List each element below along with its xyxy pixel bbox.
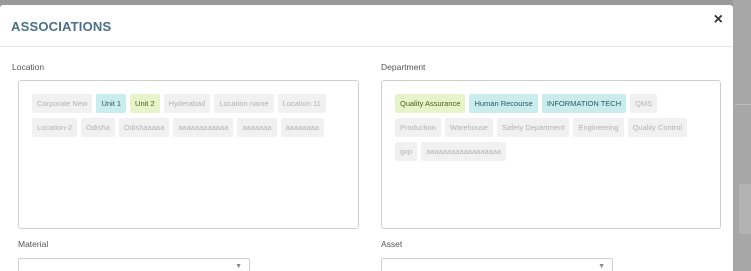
background-divider — [735, 104, 751, 105]
location-tag[interactable]: Unit 2 — [130, 94, 160, 113]
material-select[interactable]: ▼ — [18, 258, 250, 271]
department-tag[interactable]: Warehouse — [444, 118, 493, 137]
background-page — [733, 0, 751, 271]
department-tag-box: Quality Assurance Human Recourse INFORMATI… — [381, 80, 721, 229]
asset-select[interactable]: ▼ — [381, 258, 613, 271]
location-label: Location — [12, 62, 45, 72]
department-tag[interactable]: Safety Department — [496, 118, 570, 137]
department-tag[interactable]: Production — [395, 118, 441, 137]
modal-title: ASSOCIATIONS — [11, 19, 112, 34]
location-tag[interactable]: Corporate New — [32, 94, 93, 113]
department-tag[interactable]: Quality Control — [627, 118, 688, 137]
location-tag[interactable]: aaaaaaaa — [280, 118, 324, 137]
department-tag[interactable]: gxp — [395, 142, 418, 161]
department-tag[interactable]: Human Recourse — [469, 94, 538, 113]
asset-label: Asset — [381, 239, 403, 249]
location-tag[interactable]: Hyderabad — [163, 94, 211, 113]
location-tag[interactable]: Unit 1 — [96, 94, 127, 113]
location-tag[interactable]: Odisha — [81, 118, 115, 137]
location-tag[interactable]: Location-2 — [32, 118, 78, 137]
location-tag[interactable]: Location 11 — [277, 94, 326, 113]
department-tag[interactable]: INFORMATION TECH — [541, 94, 627, 113]
location-tag[interactable]: aaaaaaaaaaaa — [173, 118, 234, 137]
location-tag[interactable]: Location name — [214, 94, 274, 113]
location-tag[interactable]: Odishaaaaa — [118, 118, 170, 137]
material-label: Material — [18, 239, 49, 249]
chevron-down-icon: ▼ — [598, 263, 605, 270]
background-panel — [739, 184, 751, 234]
associations-modal: ASSOCIATIONS × Location Corporate New Uni… — [0, 5, 733, 271]
department-tag[interactable]: Quality Assurance — [395, 94, 466, 113]
department-tag[interactable]: aaaaaaaaaaaaaaaaaa — [421, 142, 507, 161]
modal-header: ASSOCIATIONS × — [0, 5, 733, 47]
location-tag[interactable]: aaaaaaa — [237, 118, 277, 137]
department-label: Department — [381, 62, 426, 72]
department-tag[interactable]: QMS — [630, 94, 658, 113]
department-tag[interactable]: Engineering — [573, 118, 624, 137]
location-tag-box: Corporate New Unit 1 Unit 2 Hyderabad Locati… — [18, 80, 359, 229]
chevron-down-icon: ▼ — [235, 263, 242, 270]
close-button[interactable]: × — [714, 12, 723, 28]
